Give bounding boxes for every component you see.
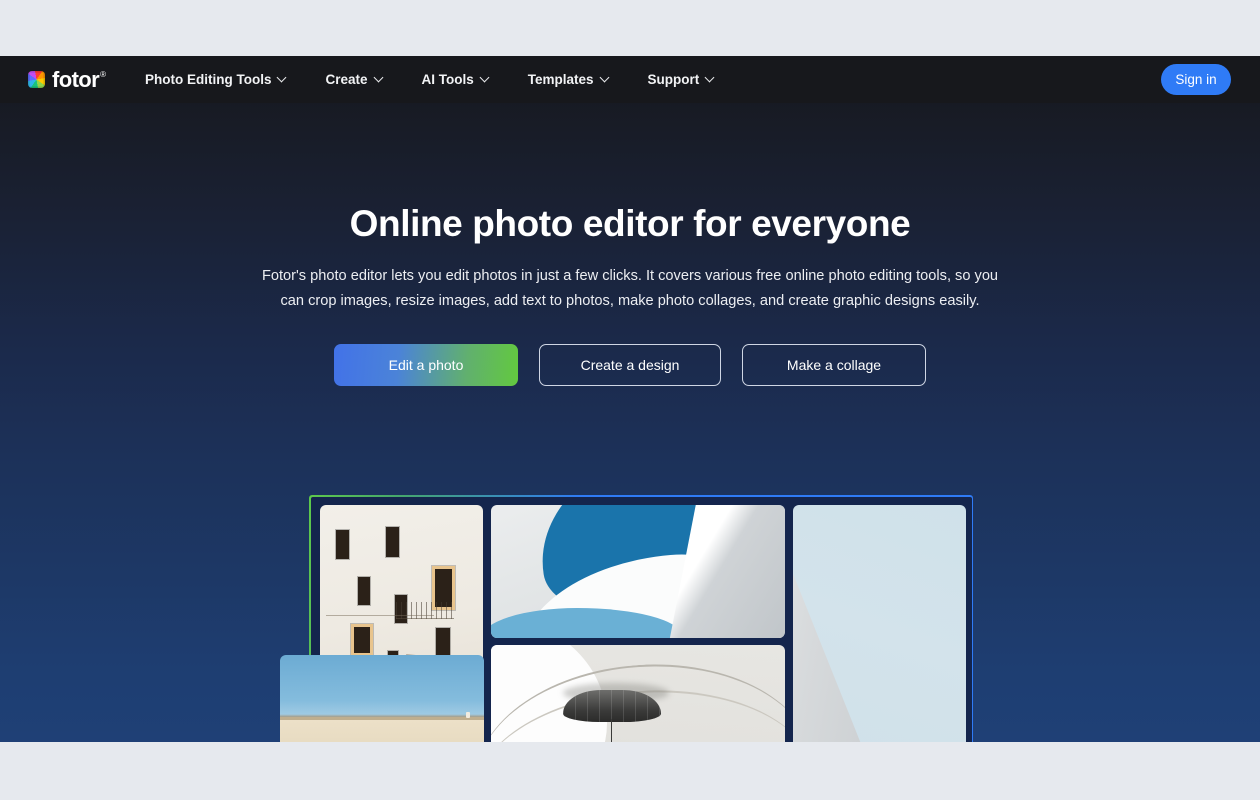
browser-bottom-strip [0, 742, 1260, 800]
nav-item-create[interactable]: Create [325, 66, 383, 93]
hero-section: Online photo editor for everyone Fotor's… [0, 103, 1260, 386]
fotor-colorwheel-icon [28, 71, 45, 88]
logo-wordmark: fotor [52, 66, 100, 92]
nav-label: Create [325, 72, 368, 87]
edit-a-photo-button[interactable]: Edit a photo [334, 343, 518, 386]
blue-white-architecture-photo[interactable] [490, 504, 785, 638]
main-navigation: Photo Editing Tools Create AI Tools Temp… [145, 66, 753, 93]
fotor-logo[interactable]: fotor ® [28, 66, 106, 92]
nav-label: AI Tools [421, 72, 474, 87]
hero-action-buttons: Edit a photo Create a design Make a coll… [0, 343, 1260, 386]
site-header: fotor ® Photo Editing Tools Create AI To… [0, 56, 1260, 103]
page-title: Online photo editor for everyone [349, 203, 911, 244]
pale-sky-wall-photo[interactable] [792, 504, 966, 742]
page-shell: fotor ® Photo Editing Tools Create AI To… [0, 0, 1260, 800]
browser-top-strip [0, 0, 1260, 56]
beach-sky-photo[interactable] [280, 655, 484, 742]
nav-label: Templates [527, 72, 594, 87]
nav-label: Support [647, 72, 700, 87]
create-a-design-button[interactable]: Create a design [539, 343, 721, 386]
nav-item-ai-tools[interactable]: AI Tools [422, 66, 490, 93]
chevron-down-icon [481, 73, 490, 82]
make-a-collage-button[interactable]: Make a collage [742, 343, 926, 386]
registered-trademark-icon: ® [100, 70, 106, 79]
sign-in-button[interactable]: Sign in [1161, 64, 1231, 95]
chevron-down-icon [601, 73, 610, 82]
hero-subtitle: Fotor's photo editor lets you edit photo… [261, 267, 999, 309]
nav-item-photo-editing-tools[interactable]: Photo Editing Tools [145, 66, 287, 93]
nav-item-support[interactable]: Support [648, 66, 716, 93]
black-umbrella-photo[interactable] [490, 644, 785, 742]
nav-label: Photo Editing Tools [145, 72, 272, 87]
chevron-down-icon [278, 73, 287, 82]
collage-preview [0, 436, 1260, 742]
chevron-down-icon [375, 73, 384, 82]
chevron-down-icon [706, 73, 715, 82]
site-viewport: fotor ® Photo Editing Tools Create AI To… [0, 56, 1260, 742]
nav-item-templates[interactable]: Templates [528, 66, 610, 93]
